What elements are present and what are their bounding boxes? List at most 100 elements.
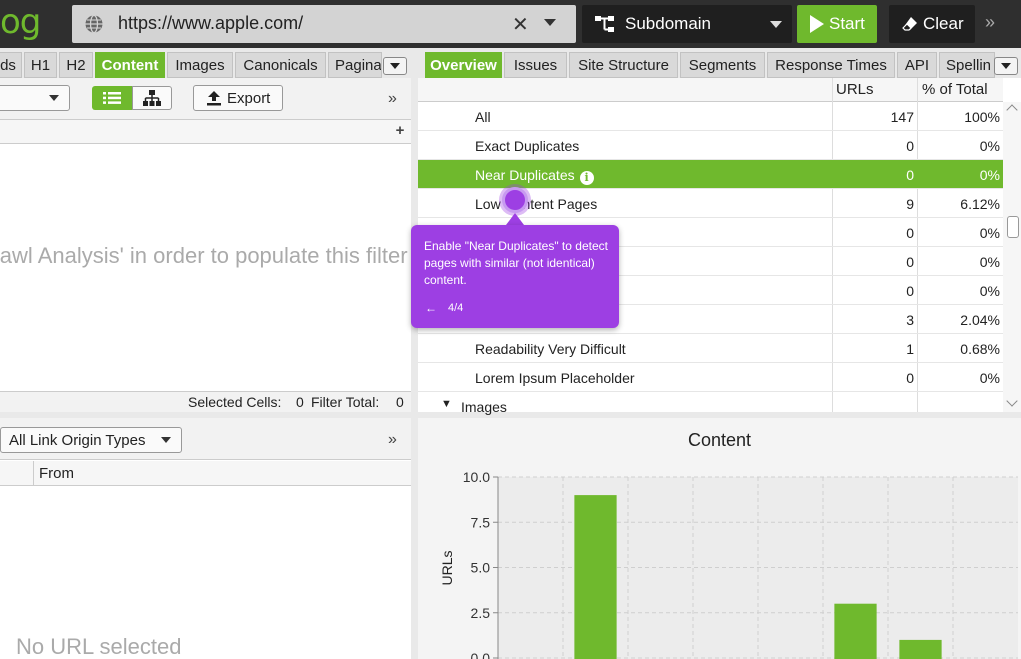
tab-h2[interactable]: H2 <box>59 52 93 78</box>
tooltip-text: Enable "Near Duplicates" to detect pages… <box>424 239 608 287</box>
url-text: https://www.apple.com/ <box>118 13 304 33</box>
start-label: Start <box>829 14 865 33</box>
scrollbar-thumb[interactable] <box>1007 216 1019 238</box>
url-list-pane: Export » + rawl Analysis' in order to po… <box>0 78 411 412</box>
tab-segments[interactable]: Segments <box>680 52 765 78</box>
url-history-dropdown-icon[interactable] <box>544 19 556 26</box>
tab-overview[interactable]: Overview <box>425 52 502 78</box>
clear-label: Clear <box>923 14 964 33</box>
link-details-header: From <box>0 461 411 486</box>
row-name: Lorem Ipsum Placeholder <box>475 370 635 386</box>
onboarding-tooltip: Enable "Near Duplicates" to detect pages… <box>411 225 619 328</box>
upload-icon <box>207 91 221 106</box>
toolbar-overflow-icon[interactable]: » <box>388 431 397 449</box>
tab-directives[interactable]: ds <box>0 52 22 78</box>
tab-issues[interactable]: Issues <box>504 52 567 78</box>
chevron-down-icon <box>770 21 782 28</box>
status-bar: Selected Cells: 0 Filter Total: 0 <box>0 391 411 412</box>
y-tick-label: 2.5 <box>471 605 491 621</box>
row-urls: 0 <box>906 138 914 154</box>
col-urls[interactable]: URLs <box>836 81 874 98</box>
export-button[interactable]: Export <box>193 85 283 111</box>
link-origin-select[interactable]: All Link Origin Types <box>0 427 182 453</box>
tab-spelling[interactable]: Spellin <box>939 52 995 78</box>
row-urls: 9 <box>906 196 914 212</box>
toolbar-overflow-icon[interactable]: » <box>388 90 397 108</box>
start-button[interactable]: Start <box>797 5 877 43</box>
tree-icon <box>143 90 161 106</box>
tab-h1[interactable]: H1 <box>24 52 57 78</box>
add-column-icon[interactable]: + <box>390 122 410 142</box>
clear-url-icon[interactable]: ✕ <box>512 12 529 37</box>
chart-bar <box>834 603 877 659</box>
play-icon <box>810 15 824 33</box>
table-row[interactable]: Readability Very Difficult 1 0.68% <box>418 334 1003 363</box>
tab-pagination[interactable]: Pagina <box>328 52 382 78</box>
url-list-header <box>0 120 411 144</box>
row-pct: 0% <box>979 254 1000 270</box>
y-axis-label: URLs <box>439 550 455 585</box>
table-group-row[interactable]: ▼ Images <box>418 392 1003 415</box>
left-tabs-overflow-dropdown[interactable] <box>383 57 407 75</box>
subdomain-tree-icon <box>595 16 614 32</box>
crawl-mode-select[interactable]: Subdomain <box>582 5 792 43</box>
row-urls: 0 <box>906 254 914 270</box>
link-details-pane: All Link Origin Types » From No URL sele… <box>0 418 411 659</box>
empty-filter-message: rawl Analysis' in order to populate this… <box>0 243 408 268</box>
list-view-button[interactable] <box>92 86 132 110</box>
col-from[interactable]: From <box>39 465 74 482</box>
tab-content[interactable]: Content <box>95 52 165 78</box>
row-pct: 0% <box>979 225 1000 241</box>
link-origin-value: All Link Origin Types <box>9 432 146 449</box>
table-row-selected[interactable]: Near Duplicates i 0 0% <box>418 160 1003 189</box>
tab-canonicals[interactable]: Canonicals <box>235 52 326 78</box>
row-name: All <box>475 109 491 125</box>
group-name: Images <box>461 399 507 415</box>
link-details-toolbar: All Link Origin Types » <box>0 418 411 460</box>
row-name: Readability Very Difficult <box>475 341 626 357</box>
tooltip-back-arrow-icon[interactable]: ← <box>425 301 437 315</box>
row-pct: 0% <box>979 138 1000 154</box>
clear-button[interactable]: Clear <box>889 5 975 43</box>
y-tick-label: 7.5 <box>471 514 491 530</box>
row-pct: 0% <box>979 283 1000 299</box>
info-icon[interactable]: i <box>579 171 594 185</box>
right-tabs-overflow-dropdown[interactable] <box>994 57 1018 75</box>
chart-bar <box>574 495 617 659</box>
row-urls: 3 <box>906 312 914 328</box>
selected-cells-label: Selected Cells: <box>188 394 282 410</box>
tree-view-button[interactable] <box>132 86 172 110</box>
column-divider <box>33 461 34 486</box>
row-name-wrap: Near Duplicates i <box>475 167 594 185</box>
no-url-message: No URL selected <box>16 634 182 659</box>
row-urls: 1 <box>906 341 914 357</box>
url-input[interactable]: https://www.apple.com/ ✕ <box>72 5 576 43</box>
toolbar-overflow-icon[interactable]: » <box>985 12 995 33</box>
row-pct: 0% <box>979 167 1000 183</box>
crawl-mode-value: Subdomain <box>625 14 712 33</box>
row-name: Near Duplicates <box>475 167 575 183</box>
table-row[interactable]: Exact Duplicates 0 0% <box>418 131 1003 160</box>
filter-select[interactable] <box>0 85 70 111</box>
table-row[interactable]: Lorem Ipsum Placeholder 0 0% <box>418 363 1003 392</box>
y-tick-label: 0.0 <box>471 650 491 659</box>
table-row[interactable]: All 147 100% <box>418 102 1003 131</box>
tab-images[interactable]: Images <box>167 52 233 78</box>
tab-response-times[interactable]: Response Times <box>767 52 895 78</box>
tooltip-pointer <box>506 213 524 225</box>
overview-scrollbar[interactable] <box>1003 102 1021 412</box>
row-pct: 100% <box>964 109 1000 125</box>
globe-icon <box>85 14 103 34</box>
content-chart-pane: Content 0.0 2.5 5.0 7.5 10.0 URLs <box>418 418 1021 659</box>
tab-site-structure[interactable]: Site Structure <box>569 52 678 78</box>
onboarding-hotspot[interactable] <box>502 187 528 213</box>
selected-cells-value: 0 <box>296 394 304 410</box>
app-logo: og <box>0 2 41 42</box>
row-name: Low Content Pages <box>475 196 598 212</box>
expand-triangle-icon[interactable]: ▼ <box>441 398 452 410</box>
row-urls: 0 <box>906 167 914 183</box>
col-pct-total[interactable]: % of Total <box>922 81 988 98</box>
row-name: Exact Duplicates <box>475 138 580 154</box>
tab-api[interactable]: API <box>897 52 937 78</box>
row-pct: 0.68% <box>960 341 1000 357</box>
